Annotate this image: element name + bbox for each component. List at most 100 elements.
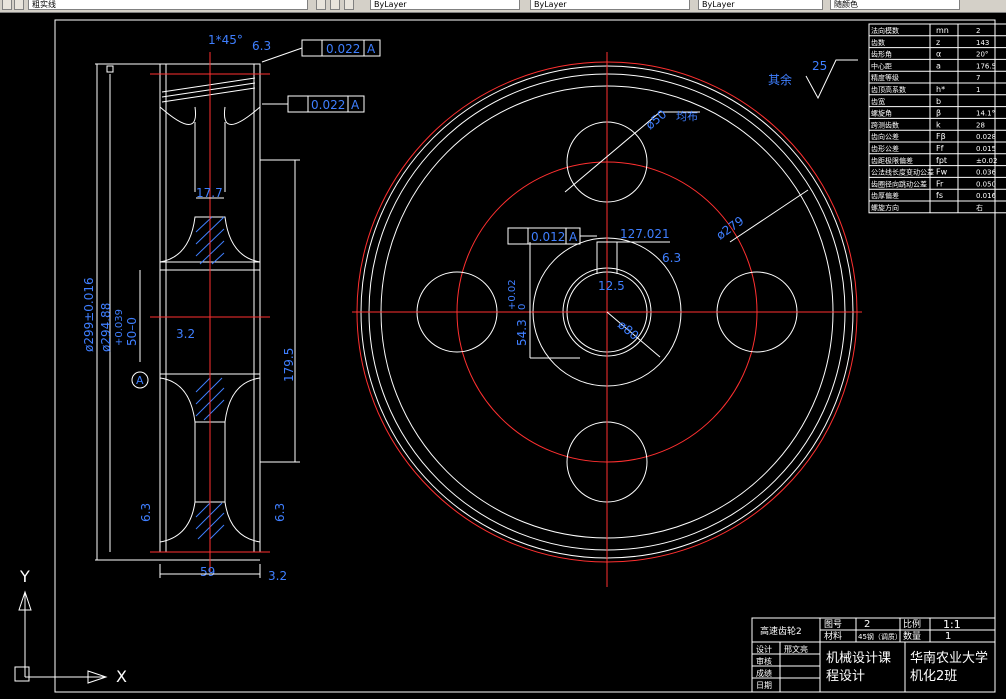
dim-bore-label: 50–0	[125, 317, 139, 346]
layer-visibility-icon[interactable]	[2, 0, 12, 10]
param-symbol: Ff	[936, 144, 944, 153]
roughness-3-2b-label: 3.2	[268, 569, 287, 583]
tb-part-name: 高速齿轮2	[760, 625, 802, 637]
param-name: 法向模数	[871, 26, 899, 35]
tb-check-label: 审核	[756, 656, 772, 666]
param-value: 2	[976, 27, 980, 35]
param-name: 公法线长度变动公差	[871, 168, 934, 177]
keyway-depth-label: 127.021	[620, 227, 670, 241]
tb-scale-label: 比例	[903, 618, 921, 630]
tb-grade-label: 成绩	[756, 668, 772, 678]
dia-279-label: ø279	[714, 214, 747, 243]
keyway-54-label: 54.3	[515, 319, 529, 346]
dim-59-label: 59	[200, 565, 215, 579]
param-value: 0.028	[976, 133, 996, 141]
make-current-icon[interactable]	[316, 0, 326, 10]
color-combo[interactable]: ByLayer	[370, 0, 520, 10]
param-symbol: z	[936, 38, 940, 47]
param-name: 中心距	[871, 61, 892, 70]
param-name: 齿形角	[871, 50, 892, 59]
linetype-combo[interactable]: ByLayer	[530, 0, 690, 10]
roughness-key-label: 6.3	[662, 251, 681, 265]
tb-design-label: 设计	[756, 644, 772, 654]
param-value: 0.015	[976, 145, 996, 153]
layer-previous-icon[interactable]	[330, 0, 340, 10]
layer-combo[interactable]: 粗实线	[28, 0, 308, 10]
runout-tol-2-value: 0.022	[311, 98, 345, 112]
tb-scale: 1:1	[943, 618, 961, 631]
roughness-3-2a-label: 3.2	[176, 327, 195, 341]
tb-material-label: 材料	[824, 630, 842, 642]
param-value: 右	[976, 203, 983, 212]
param-symbol: Fβ	[936, 132, 946, 141]
param-name: 螺旋角	[871, 109, 892, 118]
layer-lock-icon[interactable]	[14, 0, 24, 10]
qiyu-label: 其余	[768, 72, 792, 87]
tb-drawing-no-label: 图号	[824, 619, 842, 630]
small-marker-square	[106, 65, 114, 73]
section-view	[159, 63, 300, 561]
param-value: 20°	[976, 51, 988, 59]
drawing-canvas[interactable]: ø299±0.016 ø294.88 +0.039 50–0 179.5 17.…	[0, 12, 1006, 695]
param-symbol: b	[936, 97, 941, 106]
chamfer-label: 1*45°	[208, 33, 243, 47]
ucs-x-label: X	[116, 667, 127, 686]
hole-note-label: 均布	[676, 110, 698, 123]
runout-tol-1-value: 0.022	[326, 42, 360, 56]
param-symbol: a	[936, 61, 941, 70]
sym-tol-value: 0.012	[531, 230, 565, 244]
qiyu-value-label: 25	[812, 59, 827, 73]
runout-tol-1-datum: A	[367, 42, 376, 56]
param-value: 28	[976, 121, 985, 129]
param-symbol: Fr	[936, 179, 944, 188]
sym-tol-datum: A	[569, 230, 578, 244]
param-name: 齿顶高系数	[871, 85, 906, 94]
roughness-top-label: 6.3	[252, 39, 271, 53]
dim-bore-tol-label: +0.039	[114, 309, 125, 346]
layer-states-icon[interactable]	[344, 0, 354, 10]
param-name: 齿向公差	[871, 132, 899, 141]
roughness-6-3-left-label: 6.3	[139, 503, 153, 522]
param-symbol: fs	[936, 191, 943, 200]
param-value: 0.016	[976, 192, 997, 200]
tb-material: 45钢（调质）	[858, 632, 902, 641]
param-symbol: h*	[936, 85, 945, 94]
runout-tol-2-datum: A	[351, 98, 360, 112]
param-symbol: k	[936, 120, 941, 129]
tb-class: 机化2班	[910, 669, 957, 684]
param-value: 14.1°	[976, 110, 995, 118]
param-name: 螺旋方向	[871, 203, 899, 212]
param-value: ±0.02	[976, 157, 997, 165]
tb-course: 机械设计课	[826, 651, 891, 666]
param-name: 齿距极限偏差	[871, 156, 913, 165]
tb-qty: 1	[945, 631, 951, 642]
param-name: 齿数	[871, 38, 885, 47]
keyway-tol2-label: 0	[517, 304, 528, 310]
param-value: 176.5	[976, 62, 996, 70]
param-name: 精度等级	[871, 73, 899, 82]
tb-school: 华南农业大学	[910, 650, 988, 666]
param-symbol: mn	[936, 26, 949, 35]
dim-179-label: 179.5	[282, 348, 296, 382]
roughness-6-3-right-label: 6.3	[273, 503, 287, 522]
plotstyle-combo[interactable]: 随颜色	[830, 0, 960, 10]
dim-dia-outer-label: ø299±0.016	[82, 277, 96, 352]
runout-tolerance-frame-1	[261, 39, 381, 63]
param-symbol: Fw	[936, 168, 948, 177]
lineweight-combo[interactable]: ByLayer	[698, 0, 823, 10]
datum-letter: A	[136, 374, 144, 387]
tb-date-label: 日期	[756, 681, 772, 690]
param-name: 跨测齿数	[871, 120, 899, 129]
ucs-icon	[14, 590, 108, 684]
param-symbol: β	[936, 109, 941, 118]
param-value: 1	[976, 86, 980, 94]
ucs-y-label: Y	[19, 567, 30, 586]
param-name: 齿形公差	[871, 144, 899, 153]
param-symbol: α	[936, 50, 941, 59]
param-name: 齿圈径向跳动公差	[871, 179, 927, 188]
dim-dia-root-label: ø294.88	[99, 303, 113, 352]
tb-drawing-no: 2	[864, 619, 870, 630]
tb-qty-label: 数量	[903, 630, 921, 642]
tb-designer: 邢文亮	[784, 644, 808, 654]
param-value: 0.050	[976, 180, 996, 188]
